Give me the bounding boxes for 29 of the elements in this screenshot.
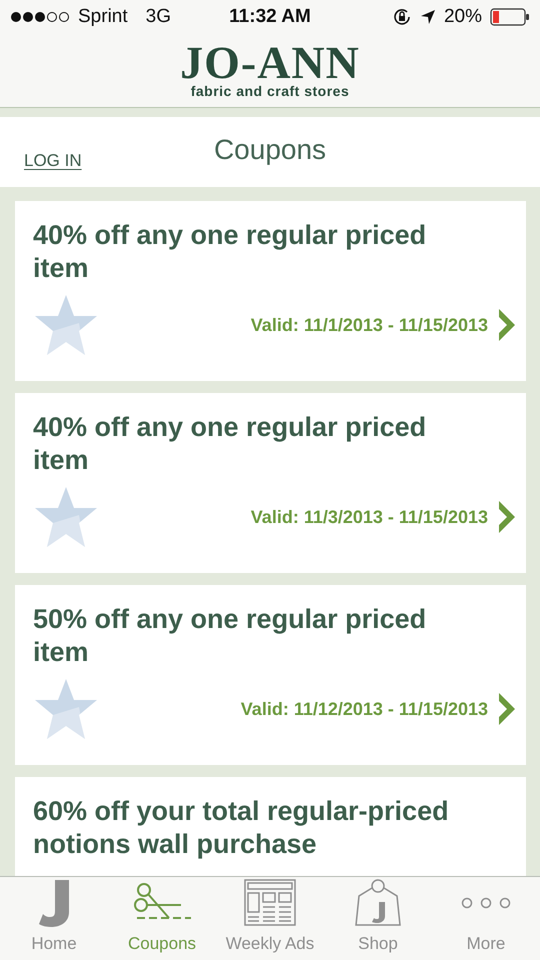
validity-dates: Valid: 11/1/2013 - 11/15/2013 xyxy=(250,314,488,336)
chevron-right-icon xyxy=(498,692,516,726)
validity-dates: Valid: 11/12/2013 - 11/15/2013 xyxy=(240,698,488,720)
network-type: 3G xyxy=(146,6,171,28)
status-time: 11:32 AM xyxy=(228,6,312,28)
page-title: Coupons xyxy=(214,134,326,167)
coupon-card[interactable]: 60% off your total regular-priced notions wall purchase xyxy=(15,777,526,876)
coupon-title: 60% off your total regular-priced notions wall purchase xyxy=(33,795,450,861)
validity-dates: Valid: 11/3/2013 - 11/15/2013 xyxy=(250,506,488,528)
coupon-title: 40% off any one regular priced item xyxy=(33,219,428,285)
rotation-lock-icon xyxy=(392,7,412,27)
login-link[interactable]: LOG IN xyxy=(24,151,82,171)
coupon-card[interactable]: 40% off any one regular priced item Valid: 11/3/2013 - 11/15/2013 xyxy=(15,393,526,573)
signal-icon xyxy=(10,11,72,23)
star-icon[interactable] xyxy=(33,485,99,549)
coupon-title: 50% off any one regular priced item xyxy=(33,603,428,669)
location-arrow-icon xyxy=(420,9,436,25)
chevron-right-icon xyxy=(498,500,516,534)
coupon-card[interactable]: 40% off any one regular priced item Valid: 11/1/2013 - 11/15/2013 xyxy=(15,201,526,381)
coupon-title: 40% off any one regular priced item xyxy=(33,411,428,477)
battery-icon xyxy=(490,8,530,26)
brand-logo: JO-ANN fabric and craft stores xyxy=(180,42,360,98)
chevron-right-icon xyxy=(498,308,516,342)
star-icon[interactable] xyxy=(33,293,99,357)
carrier-name: Sprint xyxy=(78,6,128,28)
more-icon xyxy=(461,897,511,909)
coupon-card[interactable]: 50% off any one regular priced item Valid: 11/12/2013 - 11/15/2013 xyxy=(15,585,526,765)
battery-percent: 20% xyxy=(444,6,482,28)
star-icon[interactable] xyxy=(33,677,99,741)
